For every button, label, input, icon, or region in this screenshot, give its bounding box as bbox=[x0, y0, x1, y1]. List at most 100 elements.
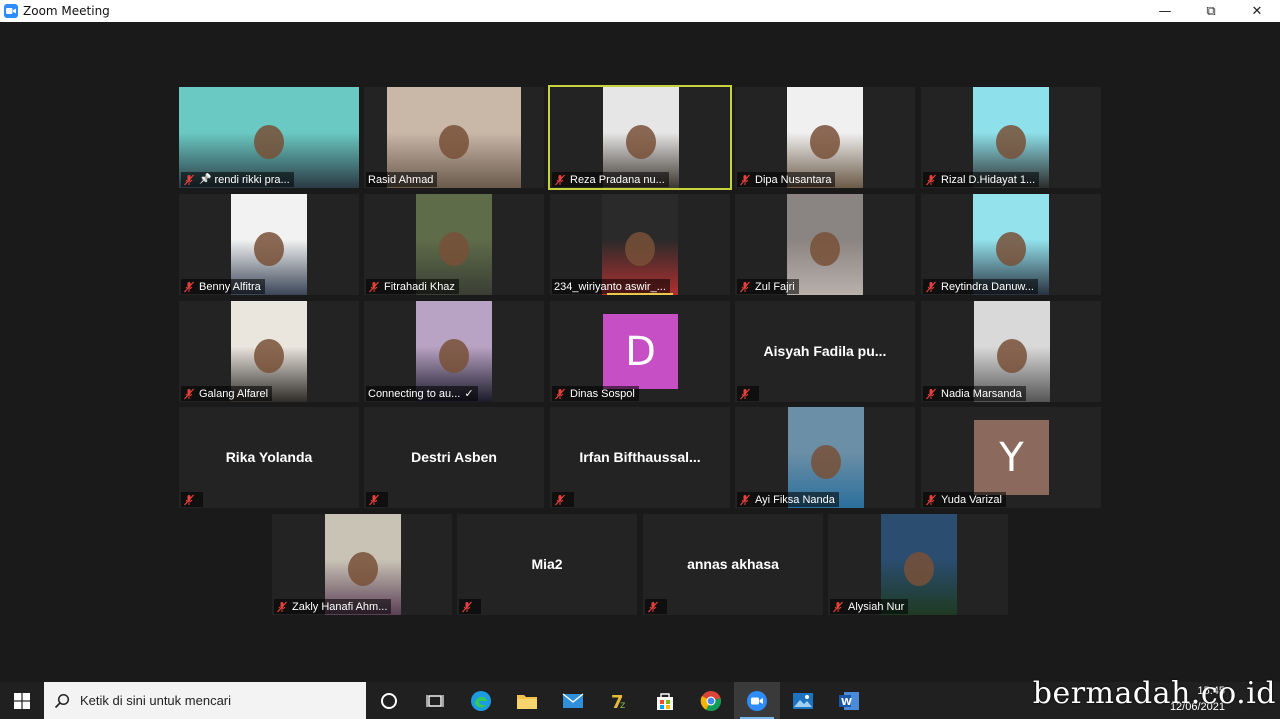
connected-check-icon: ✓ bbox=[464, 388, 474, 400]
muted-mic-icon bbox=[926, 281, 936, 292]
participant-tile[interactable]: Alysiah Nur bbox=[828, 514, 1008, 615]
participant-label bbox=[459, 599, 481, 614]
close-button[interactable]: ✕ bbox=[1234, 0, 1280, 22]
participant-name-display: Mia2 bbox=[531, 556, 563, 572]
participant-tile[interactable]: Irfan Bifthaussal... bbox=[550, 407, 730, 508]
taskbar-search-box[interactable]: Ketik di sini untuk mencari bbox=[44, 682, 366, 719]
participant-name: Connecting to au... bbox=[368, 387, 461, 400]
store-icon[interactable] bbox=[642, 682, 688, 719]
muted-mic-icon bbox=[369, 281, 379, 292]
muted-mic-icon bbox=[740, 494, 750, 505]
participant-tile[interactable]: Zul Fajri bbox=[735, 194, 915, 295]
search-icon bbox=[54, 693, 70, 708]
participant-name: Benny Alfitra bbox=[199, 280, 261, 293]
participant-name-display: Aisyah Fadila pu... bbox=[763, 343, 887, 359]
participant-face bbox=[626, 125, 656, 160]
participant-name-display: Destri Asben bbox=[411, 449, 497, 465]
participant-name: Ayi Fiksa Nanda bbox=[755, 493, 835, 506]
maximize-button[interactable]: ⧉ bbox=[1188, 0, 1234, 22]
participant-name: Alysiah Nur bbox=[848, 600, 905, 613]
svg-text:W: W bbox=[841, 697, 852, 708]
participant-label: Fitrahadi Khaz bbox=[366, 279, 459, 294]
participant-name: Zul Fajri bbox=[755, 280, 795, 293]
cortana-icon[interactable] bbox=[366, 682, 412, 719]
participant-tile[interactable]: Mia2 bbox=[457, 514, 637, 615]
photos-icon[interactable] bbox=[780, 682, 826, 719]
7zip-icon[interactable]: 7z bbox=[596, 682, 642, 719]
participant-name: 234_wiriyanto aswir_... bbox=[554, 280, 666, 293]
file-explorer-icon[interactable] bbox=[504, 682, 550, 719]
chrome-icon[interactable] bbox=[688, 682, 734, 719]
participant-name-display: Irfan Bifthaussal... bbox=[579, 449, 701, 465]
participant-label: Zul Fajri bbox=[737, 279, 799, 294]
participant-tile[interactable]: 234_wiriyanto aswir_... bbox=[550, 194, 730, 295]
participant-face bbox=[625, 232, 655, 267]
participant-tile[interactable]: Y Yuda Varizal bbox=[921, 407, 1101, 508]
participant-tile[interactable]: Benny Alfitra bbox=[179, 194, 359, 295]
task-view-icon[interactable] bbox=[412, 682, 458, 719]
participant-tile[interactable]: annas akhasa bbox=[643, 514, 823, 615]
participant-label: Reytindra Danuw... bbox=[923, 279, 1038, 294]
edge-icon[interactable] bbox=[458, 682, 504, 719]
participant-face bbox=[254, 339, 284, 374]
participant-label: Connecting to au... ✓ bbox=[366, 386, 478, 401]
participant-tile[interactable]: 📌 rendi rikki pra... bbox=[179, 87, 359, 188]
participant-name: Dipa Nusantara bbox=[755, 173, 832, 186]
window-title: Zoom Meeting bbox=[23, 4, 110, 18]
speaking-indicator bbox=[607, 293, 673, 295]
muted-mic-icon bbox=[462, 601, 472, 612]
participant-name: Reza Pradana nu... bbox=[570, 173, 665, 186]
participant-label: Rizal D.Hidayat 1... bbox=[923, 172, 1040, 187]
participant-tile[interactable]: Destri Asben bbox=[364, 407, 544, 508]
participant-tile[interactable]: Aisyah Fadila pu... bbox=[735, 301, 915, 402]
participant-face bbox=[904, 552, 934, 587]
participant-label: Reza Pradana nu... bbox=[552, 172, 669, 187]
zoom-taskbar-icon[interactable] bbox=[734, 682, 780, 719]
muted-mic-icon bbox=[555, 388, 565, 399]
participant-tile[interactable]: Rasid Ahmad bbox=[364, 87, 544, 188]
svg-text:z: z bbox=[620, 700, 625, 711]
participant-label: Alysiah Nur bbox=[830, 599, 909, 614]
participant-label: 📌 rendi rikki pra... bbox=[181, 172, 294, 187]
participant-name: Zakly Hanafi Ahm... bbox=[292, 600, 388, 613]
participant-name-display: Rika Yolanda bbox=[225, 449, 313, 465]
participant-name: Yuda Varizal bbox=[941, 493, 1002, 506]
muted-mic-icon bbox=[648, 601, 658, 612]
window-title-bar: Zoom Meeting — ⧉ ✕ bbox=[0, 0, 1280, 22]
muted-mic-icon bbox=[740, 281, 750, 292]
muted-mic-icon bbox=[184, 388, 194, 399]
participant-tile[interactable]: Reytindra Danuw... bbox=[921, 194, 1101, 295]
participant-name-display: annas akhasa bbox=[687, 556, 779, 572]
muted-mic-icon bbox=[833, 601, 843, 612]
participant-face bbox=[439, 125, 469, 160]
participant-face bbox=[810, 125, 840, 160]
participant-tile[interactable]: Reza Pradana nu... bbox=[548, 85, 732, 190]
start-button[interactable] bbox=[0, 682, 44, 719]
participant-label bbox=[645, 599, 667, 614]
participant-tile[interactable]: Ayi Fiksa Nanda bbox=[735, 407, 915, 508]
participant-tile[interactable]: Nadia Marsanda bbox=[921, 301, 1101, 402]
muted-mic-icon bbox=[740, 174, 750, 185]
participant-tile[interactable]: Dipa Nusantara bbox=[735, 87, 915, 188]
mail-icon[interactable] bbox=[550, 682, 596, 719]
participant-tile[interactable]: Connecting to au... ✓ bbox=[364, 301, 544, 402]
participant-tile[interactable]: Rika Yolanda bbox=[179, 407, 359, 508]
participant-name: Nadia Marsanda bbox=[941, 387, 1022, 400]
participant-tile[interactable]: Galang Alfarel bbox=[179, 301, 359, 402]
participant-tile[interactable]: Fitrahadi Khaz bbox=[364, 194, 544, 295]
word-icon[interactable]: W bbox=[826, 682, 872, 719]
gallery-view: 📌 rendi rikki pra... Rasid Ahmad Reza Prada… bbox=[0, 22, 1280, 682]
participant-label bbox=[737, 386, 759, 401]
participant-tile[interactable]: Zakly Hanafi Ahm... bbox=[272, 514, 452, 615]
participant-tile[interactable]: D Dinas Sospol bbox=[550, 301, 730, 402]
participant-face bbox=[254, 125, 284, 160]
muted-mic-icon bbox=[555, 174, 565, 185]
participant-face bbox=[810, 232, 840, 267]
search-placeholder: Ketik di sini untuk mencari bbox=[80, 693, 232, 708]
minimize-button[interactable]: — bbox=[1142, 0, 1188, 22]
muted-mic-icon bbox=[740, 388, 750, 399]
muted-mic-icon bbox=[926, 174, 936, 185]
participant-tile[interactable]: Rizal D.Hidayat 1... bbox=[921, 87, 1101, 188]
muted-mic-icon bbox=[926, 388, 936, 399]
participant-label: Dinas Sospol bbox=[552, 386, 639, 401]
